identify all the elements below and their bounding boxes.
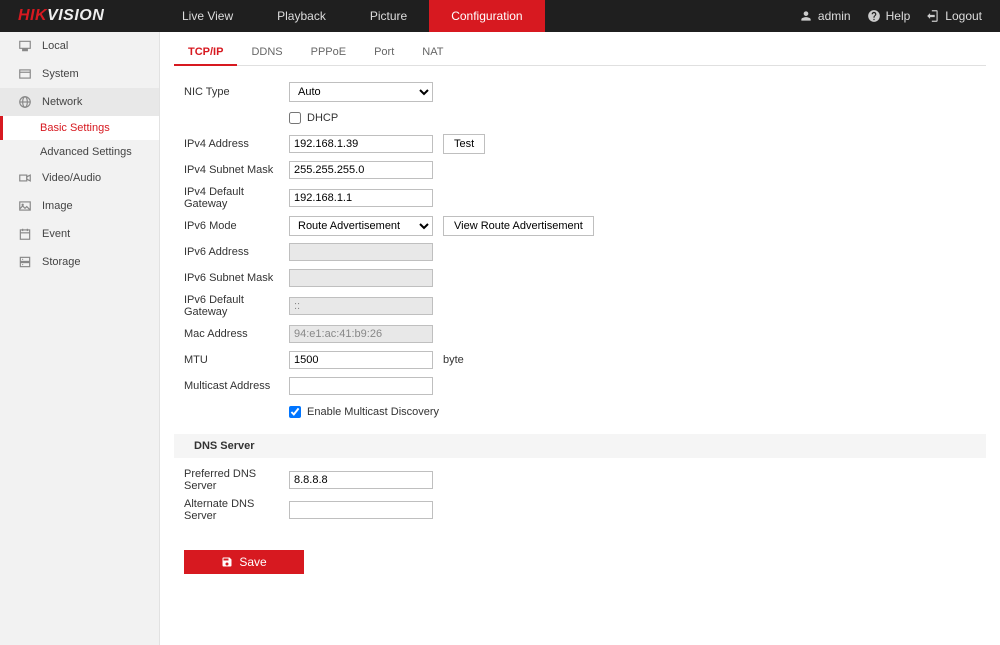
dhcp-label: DHCP xyxy=(307,112,338,124)
sidebar-item-image[interactable]: Image xyxy=(0,192,159,220)
video-icon xyxy=(18,171,32,185)
logout-icon xyxy=(926,9,940,23)
nic-type-label: NIC Type xyxy=(184,86,289,98)
sub-tabs: TCP/IP DDNS PPPoE Port NAT xyxy=(174,38,986,66)
mtu-input[interactable] xyxy=(289,351,433,369)
multicast-address-input[interactable] xyxy=(289,377,433,395)
main-nav: Live View Playback Picture Configuration xyxy=(160,0,545,32)
sidebar-network-label: Network xyxy=(42,96,82,108)
user-name: admin xyxy=(818,9,851,23)
nic-type-select[interactable]: Auto xyxy=(289,82,433,102)
ipv6-address-input xyxy=(289,243,433,261)
ipv4-gateway-label: IPv4 Default Gateway xyxy=(184,186,289,210)
ipv4-address-input[interactable] xyxy=(289,135,433,153)
dns-server-section: DNS Server xyxy=(174,434,986,458)
mac-label: Mac Address xyxy=(184,328,289,340)
logout-link[interactable]: Logout xyxy=(926,9,982,23)
mac-input xyxy=(289,325,433,343)
ipv4-gateway-input[interactable] xyxy=(289,189,433,207)
brand-part2: VISION xyxy=(47,7,104,24)
user-area: admin Help Logout xyxy=(799,9,1000,23)
system-icon xyxy=(18,67,32,81)
sidebar-storage-label: Storage xyxy=(42,256,81,268)
ipv6-gateway-input xyxy=(289,297,433,315)
multicast-address-label: Multicast Address xyxy=(184,380,289,392)
enable-multicast-wrap[interactable]: Enable Multicast Discovery xyxy=(289,406,439,418)
sidebar-sub-advanced-settings[interactable]: Advanced Settings xyxy=(0,140,159,164)
preferred-dns-input[interactable] xyxy=(289,471,433,489)
sidebar-video-label: Video/Audio xyxy=(42,172,101,184)
topbar: HIKVISION Live View Playback Picture Con… xyxy=(0,0,1000,32)
dhcp-checkbox[interactable] xyxy=(289,112,301,124)
nav-playback[interactable]: Playback xyxy=(255,0,348,32)
tab-ddns[interactable]: DDNS xyxy=(237,38,296,65)
tab-pppoe[interactable]: PPPoE xyxy=(297,38,360,65)
enable-multicast-checkbox[interactable] xyxy=(289,406,301,418)
help-label: Help xyxy=(886,9,911,23)
sidebar-item-system[interactable]: System xyxy=(0,60,159,88)
sidebar-image-label: Image xyxy=(42,200,73,212)
mtu-unit: byte xyxy=(443,354,464,366)
storage-icon xyxy=(18,255,32,269)
monitor-icon xyxy=(18,39,32,53)
sidebar-event-label: Event xyxy=(42,228,70,240)
alternate-dns-input[interactable] xyxy=(289,501,433,519)
ipv6-mode-select[interactable]: Route Advertisement xyxy=(289,216,433,236)
logout-label: Logout xyxy=(945,9,982,23)
sidebar-item-network[interactable]: Network xyxy=(0,88,159,116)
tab-tcpip[interactable]: TCP/IP xyxy=(174,38,237,66)
event-icon xyxy=(18,227,32,241)
sidebar-local-label: Local xyxy=(42,40,68,52)
tab-port[interactable]: Port xyxy=(360,38,408,65)
test-button[interactable]: Test xyxy=(443,134,485,154)
nav-live-view[interactable]: Live View xyxy=(160,0,255,32)
tab-nat[interactable]: NAT xyxy=(408,38,457,65)
view-route-advertisement-button[interactable]: View Route Advertisement xyxy=(443,216,594,236)
alternate-dns-label: Alternate DNS Server xyxy=(184,498,289,522)
tcpip-form: NIC Type Auto DHCP IPv4 Address xyxy=(174,66,986,574)
save-button[interactable]: Save xyxy=(184,550,304,574)
ipv6-gateway-label: IPv6 Default Gateway xyxy=(184,294,289,318)
sidebar-sub-basic-settings[interactable]: Basic Settings xyxy=(0,116,159,140)
sidebar-item-event[interactable]: Event xyxy=(0,220,159,248)
sidebar-system-label: System xyxy=(42,68,79,80)
sidebar-item-local[interactable]: Local xyxy=(0,32,159,60)
help-link[interactable]: Help xyxy=(867,9,911,23)
user-icon xyxy=(799,9,813,23)
save-icon xyxy=(221,556,233,568)
enable-multicast-label: Enable Multicast Discovery xyxy=(307,406,439,418)
ipv4-subnet-input[interactable] xyxy=(289,161,433,179)
sidebar: Local System Network Basic Settings Adva… xyxy=(0,32,160,645)
dhcp-checkbox-wrap[interactable]: DHCP xyxy=(289,112,338,124)
brand-logo: HIKVISION xyxy=(0,7,160,25)
help-icon xyxy=(867,9,881,23)
ipv6-subnet-input xyxy=(289,269,433,287)
content-area: TCP/IP DDNS PPPoE Port NAT NIC Type Auto… xyxy=(160,32,1000,645)
ipv6-mode-label: IPv6 Mode xyxy=(184,220,289,232)
ipv4-subnet-label: IPv4 Subnet Mask xyxy=(184,164,289,176)
mtu-label: MTU xyxy=(184,354,289,366)
ipv6-subnet-label: IPv6 Subnet Mask xyxy=(184,272,289,284)
user-admin[interactable]: admin xyxy=(799,9,851,23)
nav-configuration[interactable]: Configuration xyxy=(429,0,544,32)
ipv4-address-label: IPv4 Address xyxy=(184,138,289,150)
sidebar-item-video-audio[interactable]: Video/Audio xyxy=(0,164,159,192)
network-icon xyxy=(18,95,32,109)
brand-part1: HIK xyxy=(18,7,47,24)
image-icon xyxy=(18,199,32,213)
sidebar-item-storage[interactable]: Storage xyxy=(0,248,159,276)
preferred-dns-label: Preferred DNS Server xyxy=(184,468,289,492)
nav-picture[interactable]: Picture xyxy=(348,0,429,32)
save-label: Save xyxy=(239,555,266,569)
ipv6-address-label: IPv6 Address xyxy=(184,246,289,258)
